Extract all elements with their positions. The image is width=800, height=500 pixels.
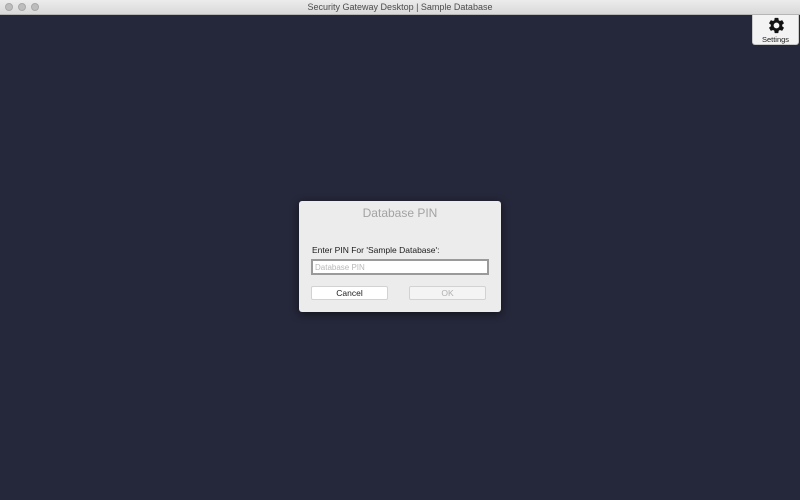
- ok-button[interactable]: OK: [409, 286, 486, 300]
- pin-prompt-label: Enter PIN For 'Sample Database':: [312, 245, 440, 255]
- database-pin-dialog: Database PIN Enter PIN For 'Sample Datab…: [299, 201, 501, 312]
- cancel-button[interactable]: Cancel: [311, 286, 388, 300]
- dialog-title: Database PIN: [362, 206, 438, 220]
- pin-input[interactable]: [311, 259, 489, 275]
- gear-icon: [769, 17, 784, 34]
- window-titlebar[interactable]: Security Gateway Desktop | Sample Databa…: [0, 0, 800, 15]
- window-title: Security Gateway Desktop | Sample Databa…: [307, 2, 493, 12]
- app-window: Security Gateway Desktop | Sample Databa…: [0, 0, 800, 500]
- settings-button[interactable]: Settings: [752, 15, 799, 45]
- settings-label: Settings: [761, 35, 790, 44]
